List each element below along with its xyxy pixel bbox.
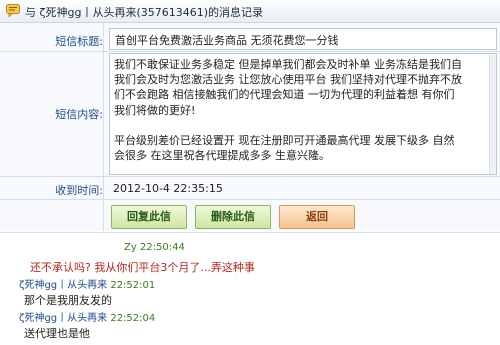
row-divider bbox=[0, 199, 500, 200]
time-label: 收到时间: bbox=[55, 184, 103, 197]
message-header: Zy 22:50:44 bbox=[124, 242, 185, 253]
message-header: ζ死神gg丨从头再来 22:52:04 bbox=[19, 309, 155, 324]
content-scrollbar[interactable] bbox=[489, 54, 496, 174]
message-time: 22:52:01 bbox=[110, 280, 156, 291]
content-textarea[interactable]: 我们不敢保证业务多稳定 但是掉单我们都会及时补单 业务冻结是我们自 我们会及时为… bbox=[109, 53, 497, 175]
chat-bubble-icon bbox=[6, 4, 20, 17]
message-sender: ζ死神gg丨从头再来 bbox=[19, 280, 108, 291]
message-text: 那个是我朋友发的 bbox=[24, 294, 112, 307]
message-time: 22:52:04 bbox=[110, 313, 156, 324]
message-text: 还不承认吗? 我从你们平台3个月了...弄这种事 bbox=[30, 261, 255, 274]
subject-field[interactable]: 首创平台免费激活业务商品 无须花费您一分钱 bbox=[109, 28, 497, 50]
window-titlebar: 与 ζ死神gg丨从头再来(357613461)的消息记录 bbox=[0, 0, 500, 23]
subject-label: 短信标题: bbox=[55, 35, 103, 48]
received-time: 2012-10-4 22:35:15 bbox=[113, 182, 223, 195]
message-sender: ζ死神gg丨从头再来 bbox=[19, 313, 108, 324]
reply-button[interactable]: 回复此信 bbox=[111, 205, 187, 229]
message-time: 22:50:44 bbox=[139, 242, 185, 253]
message-sender: Zy bbox=[124, 242, 137, 253]
content-label: 短信内容: bbox=[55, 108, 103, 121]
content-value: 我们不敢保证业务多稳定 但是掉单我们都会及时补单 业务冻结是我们自 我们会及时为… bbox=[114, 58, 462, 163]
message-text: 送代理也是他 bbox=[24, 327, 90, 340]
back-button[interactable]: 返回 bbox=[279, 205, 355, 229]
message-header: ζ死神gg丨从头再来 22:52:01 bbox=[19, 276, 155, 291]
row-divider bbox=[0, 176, 500, 177]
delete-button[interactable]: 删除此信 bbox=[195, 205, 271, 229]
row-divider bbox=[0, 51, 500, 52]
chat-history: Zy 22:50:44 还不承认吗? 我从你们平台3个月了...弄这种事 ζ死神… bbox=[0, 232, 500, 345]
subject-value: 首创平台免费激活业务商品 无须花费您一分钱 bbox=[115, 34, 339, 47]
window-title: 与 ζ死神gg丨从头再来(357613461)的消息记录 bbox=[25, 6, 264, 19]
